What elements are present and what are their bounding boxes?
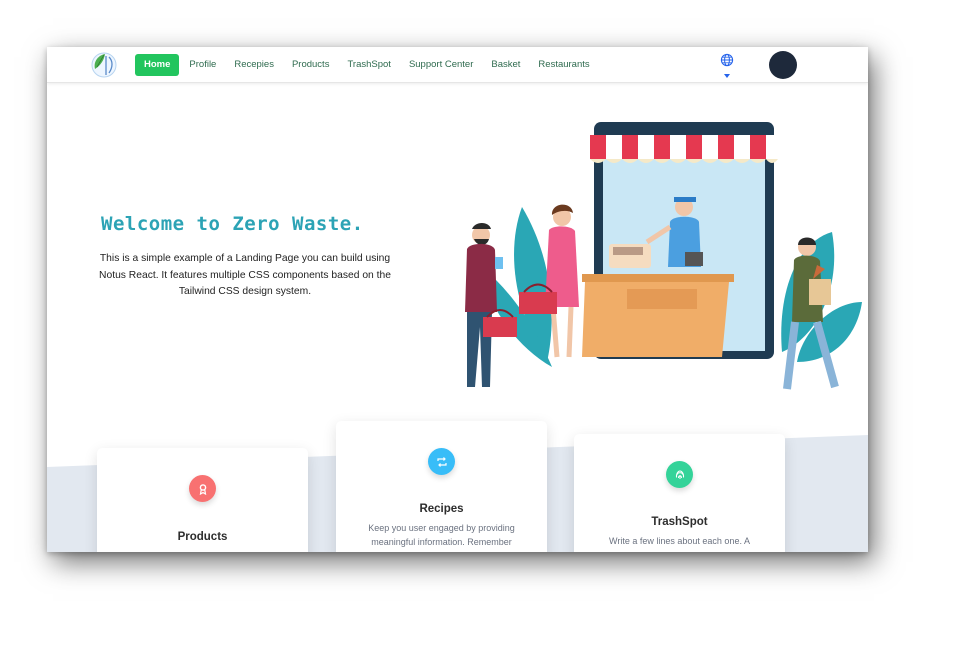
card-title: Recipes (419, 503, 464, 515)
card-trashspot[interactable]: TrashSpot Write a few lines about each o… (574, 434, 785, 552)
card-recipes[interactable]: Recipes Keep you user engaged by providi… (336, 421, 547, 552)
browser-window: Home Profile Recepies Products TrashSpot… (47, 47, 868, 552)
nav-profile[interactable]: Profile (180, 54, 225, 76)
card-products[interactable]: Products (97, 448, 308, 552)
caret-down-icon (724, 74, 730, 78)
nav-restaurants[interactable]: Restaurants (529, 54, 598, 76)
nav-links: Home Profile Recepies Products TrashSpot… (135, 54, 599, 76)
hero-title: Welcome to Zero Waste. (101, 213, 364, 235)
globe-icon (720, 53, 734, 67)
nav-basket[interactable]: Basket (482, 54, 529, 76)
user-avatar[interactable] (769, 51, 797, 79)
card-text: Keep you user engaged by providing meani… (368, 523, 515, 547)
navbar: Home Profile Recepies Products TrashSpot… (47, 47, 868, 83)
shop-illustration (465, 122, 862, 390)
card-title: TrashSpot (651, 516, 708, 528)
language-dropdown[interactable] (720, 53, 734, 78)
nav-products[interactable]: Products (283, 54, 339, 76)
nav-trashspot[interactable]: TrashSpot (338, 54, 399, 76)
logo[interactable] (89, 51, 119, 79)
card-text: Write a few lines about each one. A (609, 536, 750, 546)
hero-description: This is a simple example of a Landing Pa… (99, 253, 391, 297)
card-title: Products (177, 531, 228, 543)
fingerprint-icon (666, 461, 693, 488)
award-icon (189, 475, 216, 502)
retweet-icon (428, 448, 455, 475)
nav-recepies[interactable]: Recepies (225, 54, 283, 76)
nav-support-center[interactable]: Support Center (400, 54, 482, 76)
nav-home[interactable]: Home (135, 54, 180, 76)
